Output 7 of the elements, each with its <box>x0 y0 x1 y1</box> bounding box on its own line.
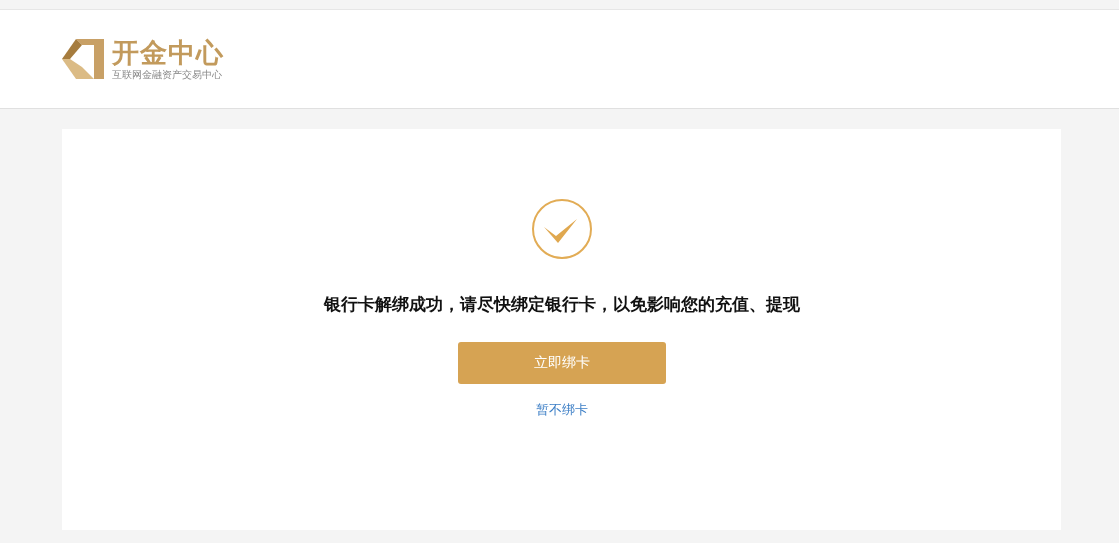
success-check-icon <box>530 198 593 260</box>
skip-binding-link[interactable]: 暂不绑卡 <box>535 399 588 419</box>
logo-icon <box>62 39 104 79</box>
logo-tagline: 互联网金融资产交易中心 <box>112 69 223 80</box>
bind-card-button[interactable]: 立即绑卡 <box>457 341 666 384</box>
success-message: 银行卡解绑成功，请尽快绑定银行卡，以免影响您的充值、提现 <box>323 293 800 316</box>
logo-name: 开金中心 <box>112 38 224 66</box>
